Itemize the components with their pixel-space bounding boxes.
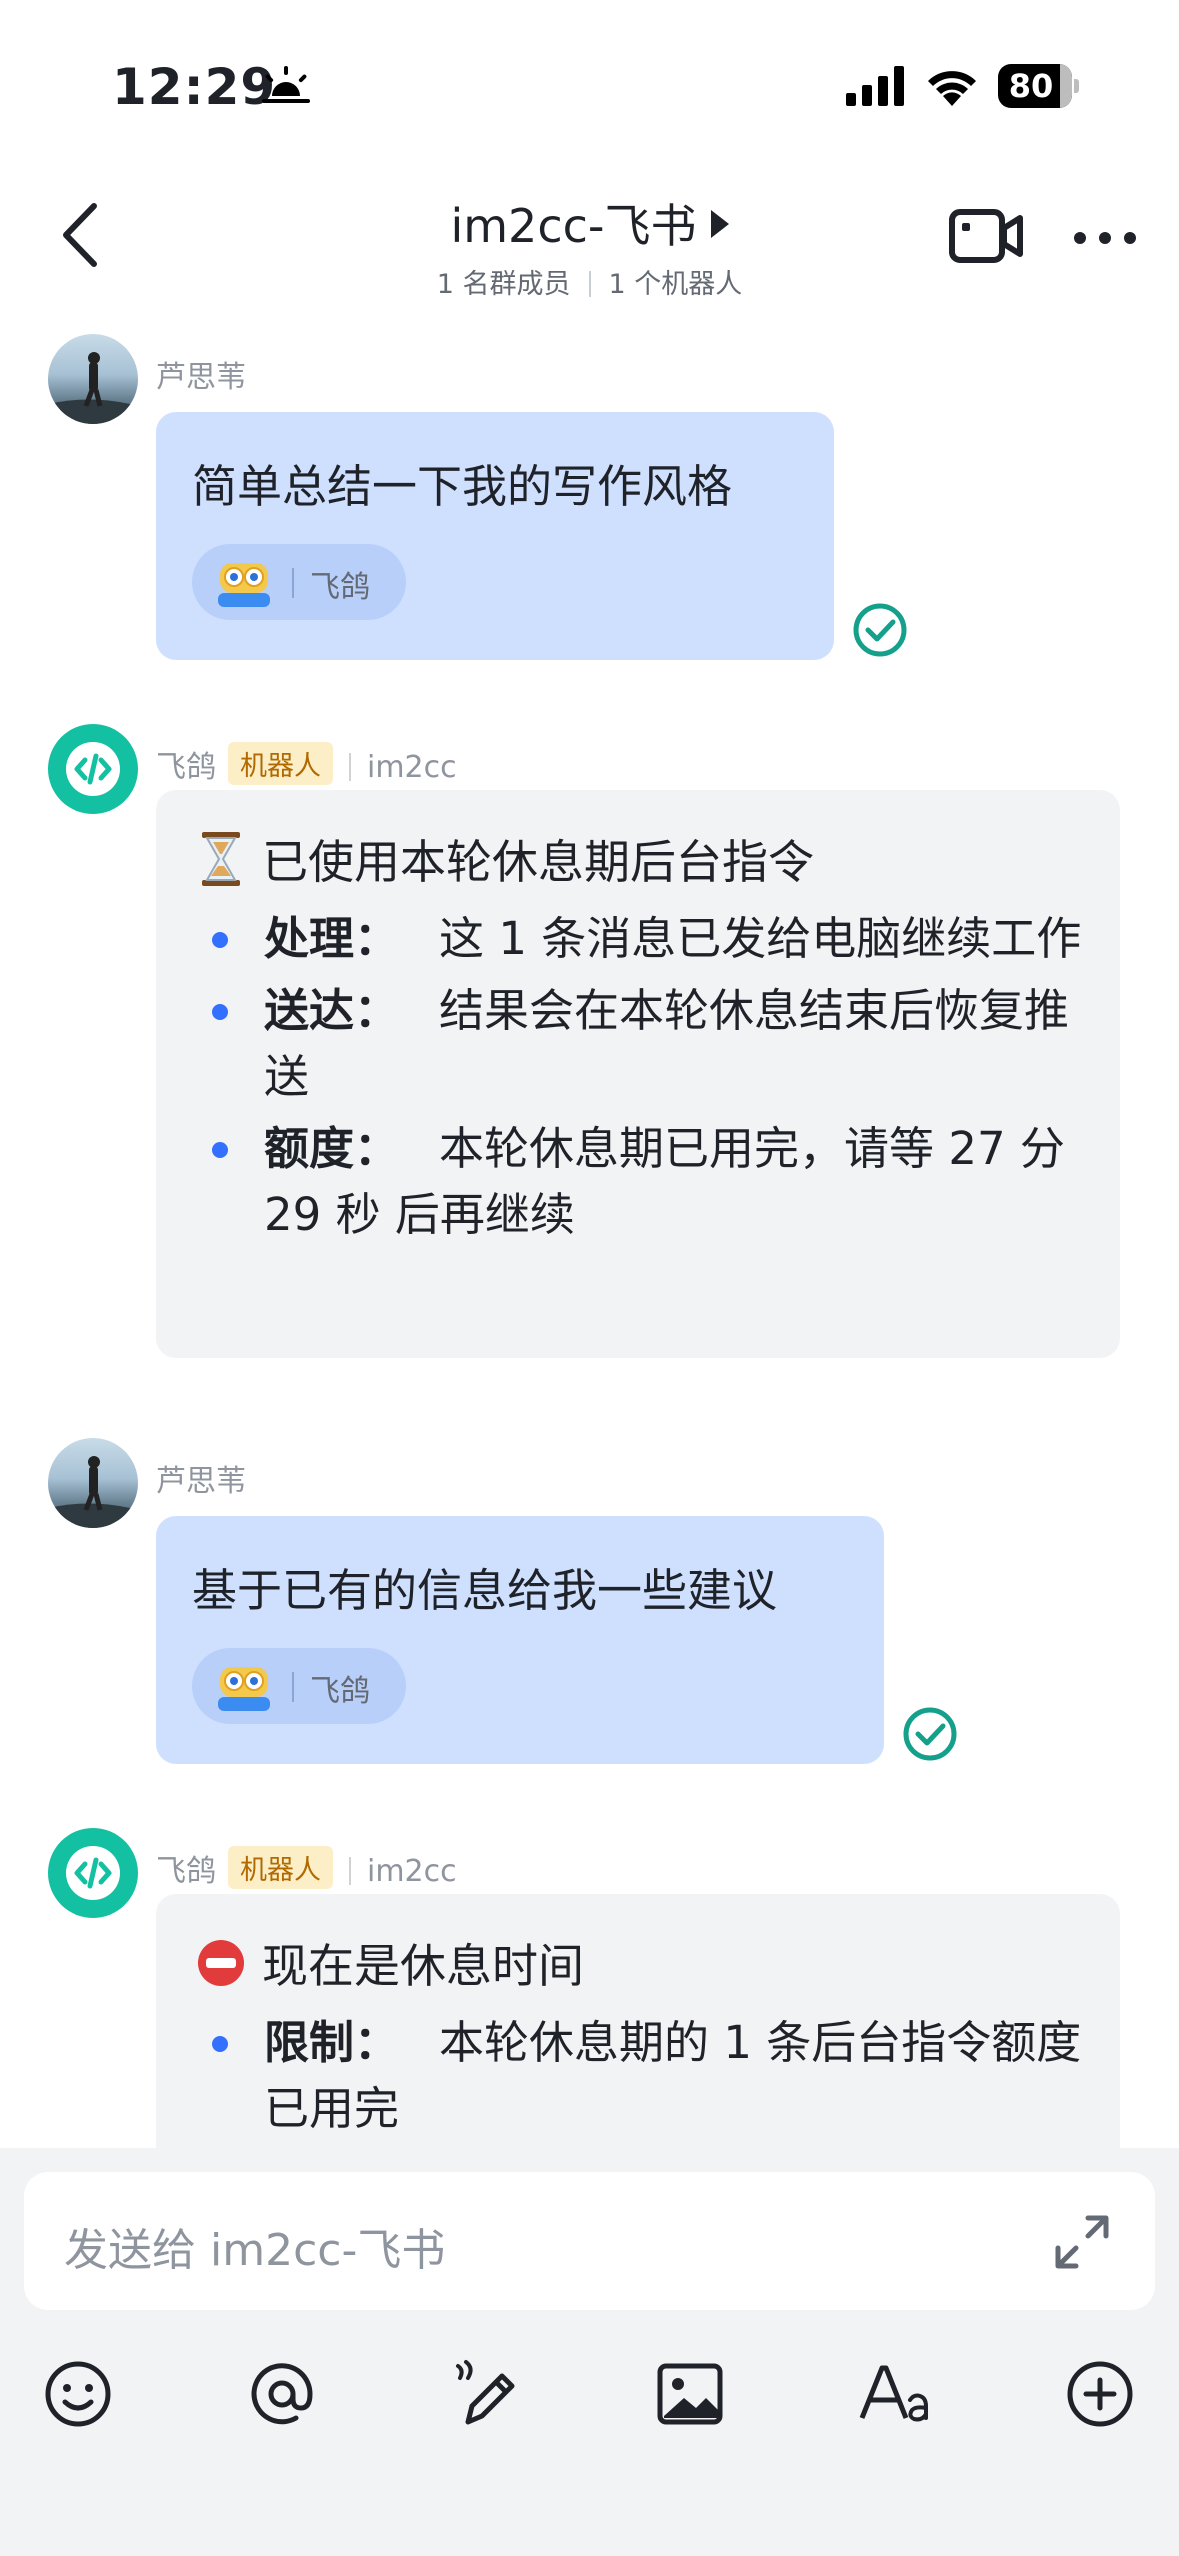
message-text: 简单总结一下我的写作风格 (192, 460, 733, 513)
input-placeholder: 发送给 im2cc-飞书 (64, 2225, 446, 2276)
user-avatar[interactable] (48, 334, 138, 424)
caret-right-icon (710, 210, 729, 238)
bot-badge: 机器人 (228, 742, 333, 785)
list-item: 送达： 结果会在本轮休息结束后恢复推送 (200, 978, 1084, 1110)
bot-avatar[interactable] (48, 724, 138, 814)
bot-badge: 机器人 (228, 1846, 333, 1889)
chat-title: im2cc-飞书 (450, 199, 697, 253)
image-icon[interactable] (652, 2356, 728, 2432)
card-title-text: 现在是休息时间 (262, 1939, 584, 1993)
text-format-icon[interactable] (856, 2356, 932, 2432)
status-time: 12:29 (112, 58, 277, 116)
video-call-icon[interactable] (948, 206, 1024, 266)
composer-toolbar (0, 2338, 1179, 2448)
expand-icon[interactable] (1050, 2210, 1114, 2274)
read-check-icon (853, 603, 907, 657)
cellular-signal-icon (846, 66, 904, 106)
bot-source: im2cc (367, 1854, 457, 1889)
battery-level: 80 (1008, 67, 1054, 105)
list-item: 额度： 本轮休息期已用完，请等 27 分 29 秒 后再继续 (200, 1116, 1084, 1248)
bot-count: 1 个机器人 (608, 269, 743, 300)
chat-header: im2cc-飞书 1 名群成员 1 个机器人 (0, 170, 1179, 320)
message-item: 芦思苇 简单总结一下我的写作风格 飞鸽 (0, 332, 1179, 662)
message-item: 芦思苇 基于已有的信息给我一些建议 飞鸽 (0, 1436, 1179, 1766)
message-item: 飞鸽 机器人 im2cc 已使用本轮休息期后台指令 处理：这 1 条消息已发给电脑继… (0, 724, 1179, 1364)
sender-name: 芦思苇 (156, 360, 246, 395)
emoji-icon[interactable] (40, 2356, 116, 2432)
chat-subtitle[interactable]: 1 名群成员 1 个机器人 (0, 262, 1179, 301)
member-count: 1 名群成员 (436, 269, 571, 300)
card-title: 已使用本轮休息期后台指令 (196, 826, 814, 892)
no-entry-icon (198, 1940, 244, 1986)
list-item: 限制： 本轮休息期的 1 条后台指令额度已用完 (200, 2010, 1084, 2142)
robot-emoji-icon (218, 563, 270, 607)
bot-card[interactable]: 现在是休息时间 限制： 本轮休息期的 1 条后台指令额度已用完 (156, 1894, 1120, 2150)
card-title: 现在是休息时间 (196, 1930, 584, 1996)
bot-avatar[interactable] (48, 1828, 138, 1918)
message-input[interactable]: 发送给 im2cc-飞书 (24, 2172, 1155, 2310)
card-title-text: 已使用本轮休息期后台指令 (262, 835, 814, 889)
message-text: 基于已有的信息给我一些建议 (192, 1564, 778, 1617)
sender-row: 飞鸽 机器人 im2cc (156, 742, 457, 786)
card-bullet-list: 限制： 本轮休息期的 1 条后台指令额度已用完 (200, 2010, 1084, 2148)
sunrise-icon (262, 66, 310, 103)
sender-name: 飞鸽 (156, 750, 216, 785)
more-options-icon[interactable] (1072, 228, 1138, 248)
message-item: 飞鸽 机器人 im2cc 现在是休息时间 限制： 本轮休息期的 1 条后台指令额度已用… (0, 1828, 1179, 2150)
wifi-icon (928, 71, 976, 106)
read-check-icon (903, 1707, 957, 1761)
reaction-user: 飞鸽 (310, 570, 370, 605)
bot-card[interactable]: 已使用本轮休息期后台指令 处理：这 1 条消息已发给电脑继续工作 送达： 结果会在… (156, 790, 1120, 1358)
sender-name: 飞鸽 (156, 1854, 216, 1889)
reaction-user: 飞鸽 (310, 1674, 370, 1709)
message-bubble[interactable]: 基于已有的信息给我一些建议 飞鸽 (156, 1516, 884, 1764)
message-bubble[interactable]: 简单总结一下我的写作风格 飞鸽 (156, 412, 834, 660)
reaction-chip[interactable]: 飞鸽 (192, 544, 406, 620)
card-bullet-list: 处理：这 1 条消息已发给电脑继续工作 送达： 结果会在本轮休息结束后恢复推送 额… (200, 906, 1084, 1254)
add-icon[interactable] (1062, 2356, 1138, 2432)
message-list[interactable]: 芦思苇 简单总结一下我的写作风格 飞鸽 飞鸽 机器人 im2cc 已使用本轮休息… (0, 320, 1179, 2150)
battery-indicator: 80 (998, 64, 1080, 108)
list-item: 处理：这 1 条消息已发给电脑继续工作 (200, 906, 1084, 972)
mention-icon[interactable] (244, 2356, 320, 2432)
status-bar: 12:29 80 (0, 0, 1179, 150)
bot-source: im2cc (367, 750, 457, 785)
reaction-chip[interactable]: 飞鸽 (192, 1648, 406, 1724)
draw-icon[interactable] (448, 2356, 524, 2432)
composer-area: 发送给 im2cc-飞书 (0, 2148, 1179, 2556)
robot-emoji-icon (218, 1667, 270, 1711)
hourglass-icon (202, 832, 240, 886)
sender-name: 芦思苇 (156, 1464, 246, 1499)
user-avatar[interactable] (48, 1438, 138, 1528)
sender-row: 飞鸽 机器人 im2cc (156, 1846, 457, 1890)
